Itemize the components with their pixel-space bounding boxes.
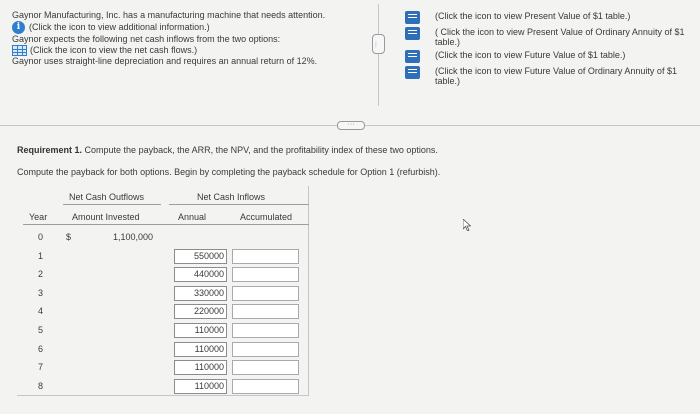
vertical-divider <box>378 4 379 106</box>
annual-inflow-field[interactable]: 110000 <box>174 323 227 338</box>
annual-inflow-field[interactable]: 330000 <box>174 285 227 301</box>
requirement-prefix: Requirement 1. <box>17 145 83 155</box>
annual-inflow-field[interactable]: 110000 <box>174 341 227 357</box>
horizontal-resize-handle[interactable]: ··· <box>337 121 365 130</box>
accumulated-inflow-field[interactable] <box>232 341 299 357</box>
outflows-group-rule <box>63 204 161 205</box>
header-annual: Annual <box>178 212 207 222</box>
annual-inflow-field[interactable]: 550000 <box>174 248 227 264</box>
table-link-label[interactable]: (Click the icon to view Present Value of… <box>435 11 630 21</box>
requirement-text: Requirement 1. Compute the payback, the … <box>17 145 438 155</box>
header-amount-invested: Amount Invested <box>72 212 140 222</box>
row-year: 1 <box>38 250 44 261</box>
annual-inflow-field[interactable]: 110000 <box>174 360 227 376</box>
vertical-resize-handle[interactable]: ··· <box>372 34 385 54</box>
cash-flows-link-row[interactable]: (Click the icon to view the net cash flo… <box>12 45 357 56</box>
table-link-pv-annuity[interactable]: ( Click the icon to view Present Value o… <box>405 27 695 47</box>
info-link-row[interactable]: i (Click the icon to view additional inf… <box>12 21 357 34</box>
intro-line-3: Gaynor uses straight-line depreciation a… <box>12 56 318 66</box>
intro-line-2: Gaynor expects the following net cash in… <box>12 34 281 44</box>
instruction-text: Compute the payback for both options. Be… <box>17 167 441 177</box>
row-year: 0 <box>38 232 44 242</box>
accumulated-inflow-field[interactable] <box>232 360 299 376</box>
table-book-icon[interactable] <box>405 11 420 24</box>
intro-line-1: Gaynor Manufacturing, Inc. has a manufac… <box>12 10 326 20</box>
header-accumulated: Accumulated <box>240 212 293 222</box>
row-year: 5 <box>38 325 44 335</box>
header-net-cash-outflows: Net Cash Outflows <box>69 192 145 202</box>
accumulated-inflow-field[interactable] <box>232 248 299 264</box>
accumulated-inflow-field[interactable] <box>232 304 299 320</box>
amount-invested-value: 1,100,000 <box>113 232 154 242</box>
currency-symbol: $ <box>66 232 72 242</box>
row-year: 8 <box>38 380 44 391</box>
accumulated-inflow-field[interactable] <box>232 378 299 394</box>
table-link-label[interactable]: (Click the icon to view Future Value of … <box>435 66 695 86</box>
requirement-body: Compute the payback, the ARR, the NPV, a… <box>82 145 438 155</box>
row-year: 2 <box>38 269 44 280</box>
table-book-icon[interactable] <box>405 27 420 40</box>
header-net-cash-inflows: Net Cash Inflows <box>197 192 266 202</box>
row-year: 4 <box>38 306 44 317</box>
cash-flows-link-label[interactable]: (Click the icon to view the net cash flo… <box>30 45 197 56</box>
mouse-cursor-icon <box>463 219 471 231</box>
table-book-icon[interactable] <box>405 66 420 79</box>
spreadsheet-icon[interactable] <box>12 45 27 56</box>
annual-inflow-field[interactable]: 220000 <box>174 304 227 320</box>
row-year: 3 <box>38 287 44 298</box>
table-link-label[interactable]: ( Click the icon to view Present Value o… <box>435 27 695 47</box>
payback-schedule: Net Cash Outflows Net Cash Inflows Year … <box>17 186 309 396</box>
table-link-fv-annuity[interactable]: (Click the icon to view Future Value of … <box>405 66 695 86</box>
row-year: 7 <box>38 362 44 373</box>
info-link-label[interactable]: (Click the icon to view additional infor… <box>29 22 210 33</box>
accumulated-inflow-field[interactable] <box>232 285 299 301</box>
annual-inflow-field[interactable]: 440000 <box>174 267 227 283</box>
header-year: Year <box>29 212 48 222</box>
info-icon[interactable]: i <box>12 21 25 34</box>
header-rule <box>23 224 309 225</box>
reference-tables: (Click the icon to view Present Value of… <box>405 11 695 89</box>
table-book-icon[interactable] <box>405 50 420 63</box>
problem-intro: Gaynor Manufacturing, Inc. has a manufac… <box>12 10 357 67</box>
table-link-pv[interactable]: (Click the icon to view Present Value of… <box>405 11 695 24</box>
accumulated-inflow-field[interactable] <box>232 267 299 283</box>
table-link-label[interactable]: (Click the icon to view Future Value of … <box>435 50 625 60</box>
annual-inflow-field[interactable]: 110000 <box>174 378 227 394</box>
accumulated-inflow-field[interactable] <box>232 323 299 338</box>
inflows-group-rule <box>169 204 309 205</box>
row-year: 6 <box>38 343 44 354</box>
table-link-fv[interactable]: (Click the icon to view Future Value of … <box>405 50 695 63</box>
